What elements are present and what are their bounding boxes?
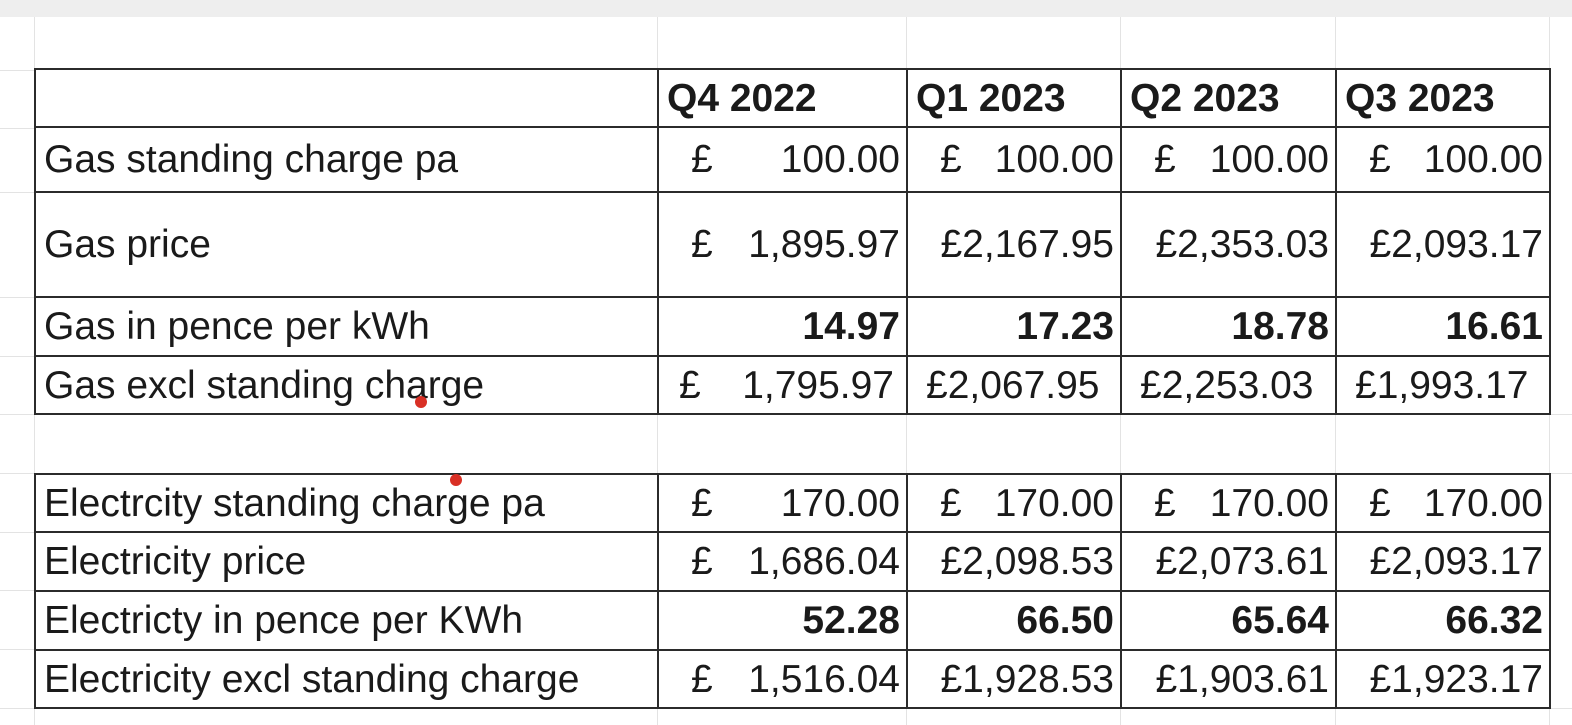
- currency-symbol: £: [940, 138, 962, 181]
- amount: 170.00: [994, 481, 1114, 525]
- gas-value-cell[interactable]: £100.00: [1122, 128, 1335, 191]
- column-header-4[interactable]: Q3 2023: [1337, 70, 1549, 126]
- currency-symbol: £: [691, 540, 713, 583]
- red-marker-dot: [450, 474, 462, 486]
- currency-symbol: £: [691, 138, 713, 181]
- electricity-value-cell[interactable]: 52.28: [659, 592, 906, 649]
- toolbar-strip: [0, 0, 1572, 17]
- gas-value-cell[interactable]: £2,067.95: [908, 357, 1120, 413]
- gas-value-cell[interactable]: 16.61: [1337, 298, 1549, 355]
- electricity-value-cell[interactable]: £170.00: [659, 475, 906, 531]
- electricity-value-cell[interactable]: £2,098.53: [908, 533, 1120, 590]
- electricity-value-cell[interactable]: £170.00: [908, 475, 1120, 531]
- electricity-table-border: [1549, 473, 1551, 709]
- electricity-value-cell[interactable]: £2,093.17: [1337, 533, 1549, 590]
- currency-symbol: £: [1369, 138, 1391, 181]
- currency-symbol: £: [1154, 481, 1176, 525]
- gas-row-label[interactable]: Gas excl standing charge: [36, 357, 657, 413]
- electricity-value-cell[interactable]: £170.00: [1122, 475, 1335, 531]
- amount: 100.00: [1209, 138, 1329, 181]
- amount: 100.00: [780, 138, 900, 181]
- red-marker-dot: [415, 396, 427, 408]
- electricity-value-cell[interactable]: £1,928.53: [908, 651, 1120, 707]
- amount: 170.00: [780, 481, 900, 525]
- gas-value-cell[interactable]: £100.00: [908, 128, 1120, 191]
- amount: 1,795.97: [742, 363, 894, 407]
- amount: 1,686.04: [748, 540, 900, 583]
- gas-row-label[interactable]: Gas standing charge pa: [36, 128, 657, 191]
- electricity-value-cell[interactable]: £1,903.61: [1122, 651, 1335, 707]
- gas-value-cell[interactable]: £1,895.97: [659, 193, 906, 296]
- electricity-value-cell[interactable]: £170.00: [1337, 475, 1549, 531]
- currency-symbol: £: [691, 481, 713, 525]
- currency-symbol: £: [940, 481, 962, 525]
- grid-row-line: [0, 192, 34, 193]
- grid-row-line: [0, 70, 34, 71]
- gas-value-cell[interactable]: £2,093.17: [1337, 193, 1549, 296]
- gas-value-cell[interactable]: £2,353.03: [1122, 193, 1335, 296]
- grid-row-line: [0, 128, 34, 129]
- gas-value-cell[interactable]: £100.00: [659, 128, 906, 191]
- electricity-table-border: [34, 707, 1551, 709]
- electricity-row-label[interactable]: Electricty in pence per KWh: [36, 592, 657, 649]
- gas-table-border: [1549, 68, 1551, 415]
- gas-value-cell[interactable]: £100.00: [1337, 128, 1549, 191]
- column-header-1[interactable]: Q4 2022: [659, 70, 906, 126]
- column-header-3[interactable]: Q2 2023: [1122, 70, 1335, 126]
- amount: 1,895.97: [748, 223, 900, 266]
- gas-row-label[interactable]: Gas in pence per kWh: [36, 298, 657, 355]
- column-header-2[interactable]: Q1 2023: [908, 70, 1120, 126]
- gas-value-cell[interactable]: £2,253.03: [1122, 357, 1335, 413]
- gas-table-border: [34, 413, 1551, 415]
- grid-row-line: [0, 356, 34, 357]
- amount: 100.00: [994, 138, 1114, 181]
- electricity-value-cell[interactable]: £2,073.61: [1122, 533, 1335, 590]
- gas-value-cell[interactable]: £1,795.97: [659, 357, 906, 413]
- gas-value-cell[interactable]: £2,167.95: [908, 193, 1120, 296]
- currency-symbol: £: [679, 363, 701, 407]
- grid-row-line: [0, 649, 34, 650]
- currency-symbol: £: [691, 657, 713, 701]
- gas-value-cell[interactable]: 14.97: [659, 298, 906, 355]
- electricity-value-cell[interactable]: £1,516.04: [659, 651, 906, 707]
- grid-row-line: [0, 590, 34, 591]
- amount: 100.00: [1423, 138, 1543, 181]
- electricity-value-cell[interactable]: 66.50: [908, 592, 1120, 649]
- amount: 1,516.04: [748, 657, 900, 701]
- grid-row-line: [0, 297, 34, 298]
- currency-symbol: £: [1154, 138, 1176, 181]
- electricity-row-label[interactable]: Electricity price: [36, 533, 657, 590]
- electricity-value-cell[interactable]: 66.32: [1337, 592, 1549, 649]
- grid-row-line: [0, 532, 34, 533]
- electricity-value-cell[interactable]: £1,686.04: [659, 533, 906, 590]
- electricity-row-label[interactable]: Electricity excl standing charge: [36, 651, 657, 707]
- currency-symbol: £: [691, 223, 713, 266]
- gas-value-cell[interactable]: 18.78: [1122, 298, 1335, 355]
- gas-value-cell[interactable]: £1,993.17: [1337, 357, 1549, 413]
- amount: 170.00: [1423, 481, 1543, 525]
- currency-symbol: £: [1369, 481, 1391, 525]
- amount: 170.00: [1209, 481, 1329, 525]
- gas-value-cell[interactable]: 17.23: [908, 298, 1120, 355]
- electricity-row-label[interactable]: Electrcity standing charge pa: [36, 475, 657, 531]
- electricity-value-cell[interactable]: 65.64: [1122, 592, 1335, 649]
- gas-row-label[interactable]: Gas price: [36, 193, 657, 296]
- electricity-value-cell[interactable]: £1,923.17: [1337, 651, 1549, 707]
